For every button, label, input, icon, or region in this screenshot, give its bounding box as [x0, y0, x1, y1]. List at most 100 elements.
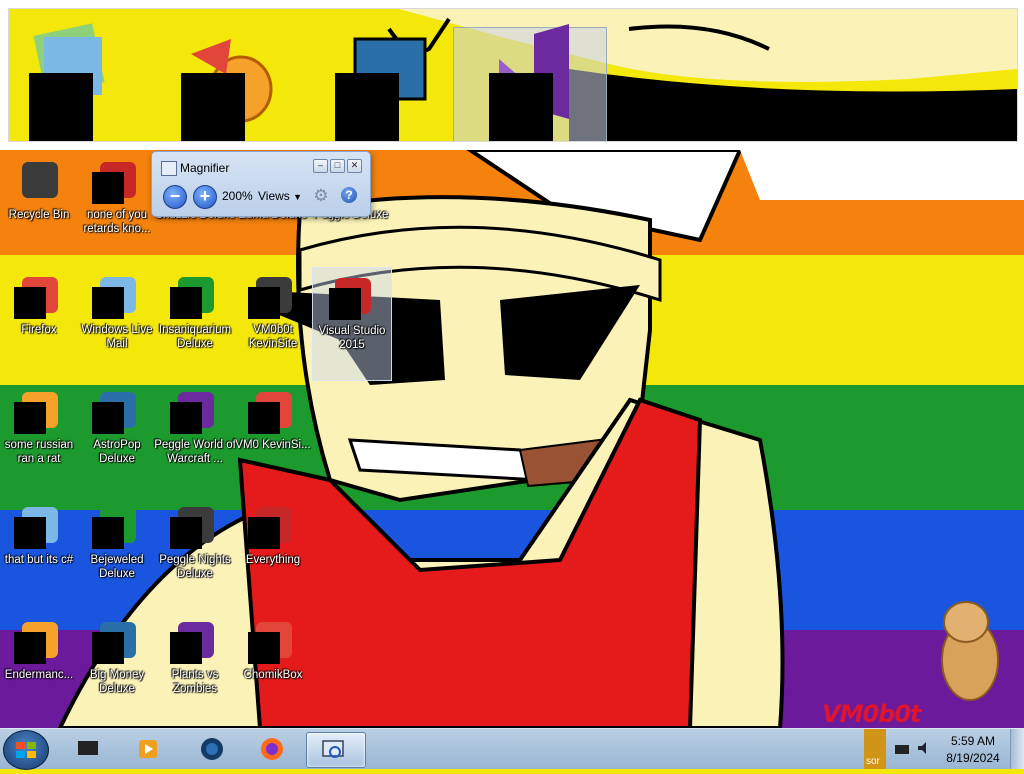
desktop-icon-label: none of you retards kno...	[83, 209, 151, 235]
network-icon[interactable]	[894, 741, 910, 757]
desktop-icon[interactable]: Recycle Bin	[0, 152, 78, 264]
taskbar-globe-button[interactable]	[186, 732, 238, 766]
windows-logo-icon	[16, 742, 36, 758]
zoom-level: 200%	[222, 189, 253, 203]
gear-icon[interactable]: ⚙	[312, 187, 330, 205]
volume-icon[interactable]	[916, 740, 932, 756]
taskbar-magnifier-button[interactable]	[306, 732, 366, 768]
desktop-icon[interactable]: Plants vs Zombies	[156, 612, 234, 724]
desktop-icon[interactable]: Bejeweled Deluxe	[78, 497, 156, 609]
desktop-icon[interactable]: ChomikBox	[234, 612, 312, 724]
desktop-icon[interactable]: AstroPop Deluxe	[78, 382, 156, 494]
desktop-icon[interactable]: VM0b0t KevinSite	[234, 267, 312, 379]
censor-block	[248, 402, 280, 434]
desktop-icon-label: AstroPop Deluxe	[93, 439, 141, 465]
magnifier-lens-view	[0, 0, 1024, 150]
censor-block	[92, 402, 124, 434]
zoom-out-button[interactable]: −	[163, 185, 187, 209]
censor-block	[14, 287, 46, 319]
censor-block	[248, 287, 280, 319]
taskbar-media-player-button[interactable]	[122, 732, 174, 766]
notification-area[interactable]: sor	[864, 729, 886, 769]
monitor-icon	[78, 741, 98, 755]
magnifier-app-icon	[161, 161, 177, 176]
desktop-icon-label: ChomikBox	[243, 669, 303, 681]
censor-block	[181, 73, 245, 141]
censor-block	[248, 632, 280, 664]
firefox-icon	[261, 738, 283, 760]
censor-block	[489, 73, 553, 141]
clock-date[interactable]: 8/19/2024	[940, 751, 1006, 765]
globe-icon	[201, 738, 223, 760]
chevron-down-icon: ▼	[293, 192, 303, 202]
zoom-in-button[interactable]: +	[193, 185, 217, 209]
censor-block	[248, 517, 280, 549]
desktop-icon[interactable]: that but its c#	[0, 497, 78, 609]
desktop-icon-label: Endermanc...	[4, 669, 74, 681]
desktop-icon[interactable]: Peggle Nights Deluxe	[156, 497, 234, 609]
wallpaper-watermark: VM0b0t	[822, 700, 922, 728]
desktop-icon[interactable]: Peggle World of Warcraft ...	[154, 382, 236, 494]
system-tray: sor 5:59 AM 8/19/2024	[864, 729, 1024, 769]
desktop-icon-label: Plants vs Zombies	[171, 669, 219, 695]
desktop-icon-label: Visual Studio 2015	[318, 325, 386, 351]
desktop-icon-label: Peggle World of Warcraft ...	[154, 439, 236, 465]
desktop-icon[interactable]: Everything	[234, 497, 312, 609]
taskbar-firefox-button[interactable]	[246, 732, 298, 766]
start-button[interactable]	[3, 730, 49, 770]
desktop-icon[interactable]: Firefox	[0, 267, 78, 379]
magnifier-window[interactable]: Magnifier – □ ✕ − + 200% Views ▼ ⚙ ?	[151, 151, 371, 217]
desktop-icon-label: that but its c#	[4, 554, 74, 566]
desktop-icon-label: Firefox	[21, 324, 57, 336]
taskbar-monitor-button[interactable]	[62, 732, 114, 766]
desktop-icon-label: Everything	[245, 554, 301, 566]
views-dropdown[interactable]: Views ▼	[258, 189, 302, 203]
desktop-icon[interactable]: Visual Studio 2015	[312, 267, 392, 381]
desktop-icon[interactable]: Windows Live Mail	[78, 267, 156, 379]
censor-block	[329, 288, 361, 320]
desktop-icon-label: some russian ran a rat	[4, 439, 74, 465]
desktop-icon-label: Big Money Deluxe	[89, 669, 145, 695]
desktop-icon[interactable]: none of you retards kno...	[78, 152, 156, 264]
magnified-visual-studio-icon	[479, 19, 599, 141]
desktop-icon[interactable]: some russian ran a rat	[0, 382, 78, 494]
censor-block	[92, 287, 124, 319]
close-button[interactable]: ✕	[347, 159, 362, 173]
magnified-photos-icon	[19, 19, 139, 141]
censor-block	[14, 517, 46, 549]
censor-block	[92, 172, 124, 204]
desktop-icon[interactable]: Endermanc...	[0, 612, 78, 724]
notification-text: sor	[866, 756, 880, 767]
help-button[interactable]: ?	[341, 187, 357, 203]
censor-block	[335, 73, 399, 141]
censor-block	[170, 517, 202, 549]
desktop-icon-label: VM0 KevinSi...	[235, 439, 311, 451]
censor-block	[170, 287, 202, 319]
censor-block	[14, 402, 46, 434]
magnified-shortcut-icon	[325, 19, 445, 141]
censor-block	[92, 632, 124, 664]
recycle-bin-icon	[16, 156, 64, 204]
clock-time[interactable]: 5:59 AM	[940, 734, 1006, 748]
desktop-icon[interactable]: Big Money Deluxe	[78, 612, 156, 724]
desktop-icon-label: Peggle Nights Deluxe	[159, 554, 231, 580]
desktop-icon[interactable]: Insaniquarium Deluxe	[156, 267, 234, 379]
magnifier-icon	[322, 740, 344, 758]
show-desktop-button[interactable]	[1010, 729, 1024, 769]
censor-block	[170, 632, 202, 664]
censor-block	[170, 402, 202, 434]
censor-block	[14, 632, 46, 664]
magnified-fish-icon	[171, 19, 291, 141]
desktop-icon-label: Bejeweled Deluxe	[90, 554, 144, 580]
censor-block	[29, 73, 93, 141]
desktop-icon[interactable]: VM0 KevinSi...	[234, 382, 312, 494]
desktop-icon-label: VM0b0t KevinSite	[248, 324, 298, 350]
magnified-region	[8, 8, 1018, 142]
window-title: Magnifier	[180, 161, 230, 175]
taskbar: sor 5:59 AM 8/19/2024	[0, 728, 1024, 770]
maximize-button[interactable]: □	[330, 159, 345, 173]
desktop-icon-label: Recycle Bin	[8, 209, 70, 221]
desktop-icon-label: Insaniquarium Deluxe	[158, 324, 232, 350]
minimize-button[interactable]: –	[313, 159, 328, 173]
media-player-icon	[139, 740, 157, 758]
